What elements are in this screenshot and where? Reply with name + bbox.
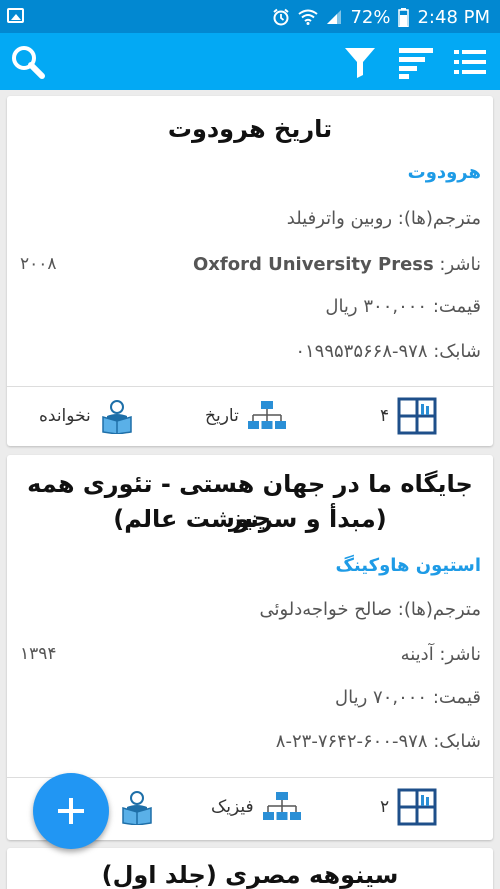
app-bar (0, 33, 500, 90)
book-card[interactable]: تاریخ هرودوت هرودوت مترجم(ها): روبین وات… (7, 96, 493, 446)
book-year: ۲۰۰۸ (20, 254, 57, 274)
image-icon (7, 8, 24, 23)
status-bar: 72% 2:48 PM (0, 0, 500, 33)
bookshelf-icon (397, 397, 437, 435)
book-price: قیمت: ۷۰,۰۰۰ ریال (335, 687, 481, 708)
add-book-button[interactable] (33, 773, 109, 849)
book-year: ۱۳۹۴ (20, 644, 57, 664)
category[interactable]: تاریخ (205, 387, 287, 445)
shelf[interactable]: ۲ (380, 778, 437, 836)
book-isbn: شابک: ۹۷۸-۶۰۰-۷۶۴۲-۲۳-۸ (275, 731, 481, 752)
book-isbn: شابک: ۹۷۸-۰۱۹۹۵۳۵۶۶۸ (295, 341, 481, 362)
book-translator: مترجم(ها): روبین واترفیلد (286, 208, 481, 229)
alarm-icon (273, 8, 290, 26)
read-status[interactable] (119, 778, 155, 836)
add-icon (58, 798, 84, 824)
filter-button[interactable] (340, 43, 380, 81)
card-footer: نخوانده تاریخ ۴ (7, 387, 493, 445)
signal-icon (327, 10, 342, 24)
book-publisher: ناشر: آدینه (400, 644, 481, 665)
reader-icon (122, 791, 152, 825)
bookshelf-icon (397, 788, 437, 826)
shelf-number: ۲ (380, 797, 390, 817)
category[interactable]: فیزیک (211, 778, 302, 836)
category-label: فیزیک (211, 797, 254, 817)
hierarchy-icon (247, 401, 286, 429)
book-publisher: ناشر: Oxford University Press (193, 254, 481, 275)
search-icon (12, 46, 45, 79)
battery-icon (398, 7, 410, 27)
category-label: تاریخ (205, 406, 239, 426)
book-author[interactable]: استیون هاوکینگ (335, 555, 481, 576)
sort-icon (399, 48, 433, 79)
filter-icon (345, 48, 375, 78)
shelf[interactable]: ۴ (380, 387, 437, 445)
shelf-number: ۴ (380, 406, 390, 426)
book-author[interactable]: هرودوت (408, 162, 481, 183)
book-title: سینوهه مصری (جلد اول) (101, 861, 399, 889)
search-button[interactable] (8, 43, 48, 81)
publisher-label: ناشر: (433, 254, 481, 275)
clock: 2:48 PM (417, 6, 490, 28)
hierarchy-icon (262, 792, 301, 820)
book-title-line2: (مبدأ و سرنوشت عالم) (113, 505, 387, 533)
book-card[interactable]: سینوهه مصری (جلد اول) (7, 848, 493, 889)
book-title: تاریخ هرودوت (167, 115, 333, 143)
battery-percent: 72% (350, 6, 391, 28)
reader-icon (102, 400, 132, 434)
book-price: قیمت: ۳۰۰,۰۰۰ ریال (325, 296, 481, 317)
book-translator: مترجم(ها): صالح خواجه‌دلوئی (259, 599, 481, 620)
list-view-icon (454, 50, 486, 74)
sort-button[interactable] (396, 43, 436, 81)
read-status[interactable]: نخوانده (39, 387, 135, 445)
publisher-name: Oxford University Press (192, 254, 434, 275)
read-status-label: نخوانده (39, 406, 91, 426)
list-view-button[interactable] (450, 43, 490, 81)
wifi-icon (298, 9, 319, 25)
